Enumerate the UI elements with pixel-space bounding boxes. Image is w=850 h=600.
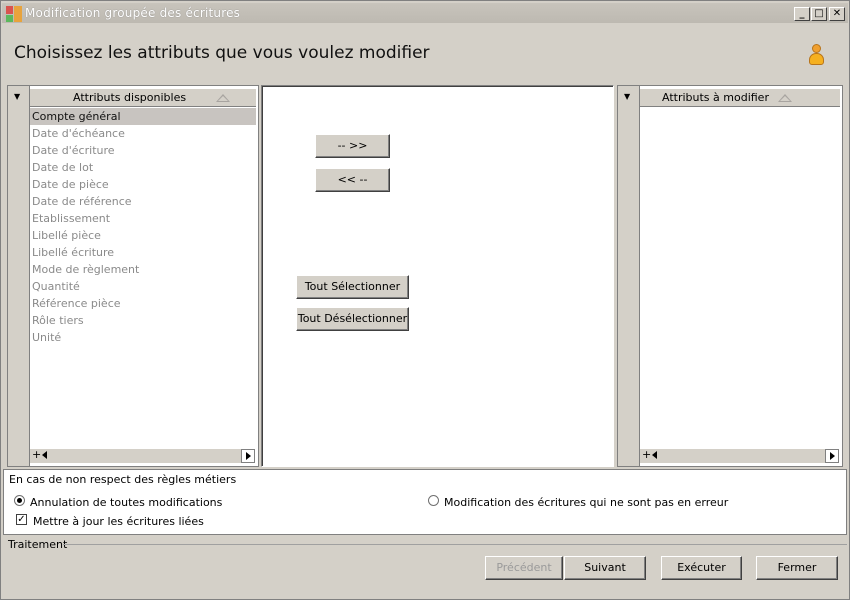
previous-button[interactable]: Précédent bbox=[485, 556, 563, 580]
list-item[interactable]: Rôle tiers bbox=[30, 312, 256, 329]
list-item[interactable]: Quantité bbox=[30, 278, 256, 295]
radio-dot bbox=[17, 498, 22, 503]
arrow-right-icon bbox=[246, 452, 251, 460]
scroll-right-button[interactable] bbox=[241, 449, 255, 463]
horizontal-scrollbar[interactable]: + bbox=[640, 448, 839, 463]
list-item[interactable]: Etablissement bbox=[30, 210, 256, 227]
list-item[interactable]: Date de pièce bbox=[30, 176, 256, 193]
execute-button[interactable]: Exécuter bbox=[661, 556, 742, 580]
available-items: Compte général Date d'échéance Date d'écri… bbox=[30, 108, 256, 346]
list-item[interactable]: Date d'échéance bbox=[30, 125, 256, 142]
radio-cancel-all-label[interactable]: Annulation de toutes modifications bbox=[30, 496, 222, 509]
window-title: Modification groupée des écritures bbox=[25, 6, 241, 20]
add-attribute-button[interactable]: -- >> bbox=[315, 134, 390, 158]
close-button[interactable]: Fermer bbox=[756, 556, 838, 580]
maximize-button[interactable]: □ bbox=[811, 7, 827, 21]
list-item[interactable]: Compte général bbox=[30, 108, 256, 125]
available-attributes-list: ▼ Attributs disponibles Compte général Da… bbox=[7, 85, 259, 467]
column-header-available[interactable]: Attributs disponibles bbox=[30, 89, 256, 107]
checkbox-update-linked-label[interactable]: Mettre à jour les écritures liées bbox=[33, 515, 204, 528]
horizontal-scrollbar[interactable]: + bbox=[30, 448, 255, 463]
arrow-left-icon[interactable] bbox=[42, 451, 47, 459]
remove-attribute-button[interactable]: << -- bbox=[315, 168, 390, 192]
title-bar[interactable]: Modification groupée des écritures _ □ ✕ bbox=[2, 3, 848, 23]
deselect-all-button[interactable]: Tout Désélectionner bbox=[296, 307, 409, 331]
list-gutter: ▼ bbox=[8, 86, 30, 466]
list-item[interactable]: Référence pièce bbox=[30, 295, 256, 312]
select-all-button[interactable]: Tout Sélectionner bbox=[296, 275, 409, 299]
modify-attributes-list: ▼ Attributs à modifier + bbox=[617, 85, 843, 467]
sort-up-icon[interactable] bbox=[778, 94, 792, 102]
arrow-left-icon[interactable] bbox=[652, 451, 657, 459]
scroll-right-button[interactable] bbox=[825, 449, 839, 463]
list-item[interactable]: Date d'écriture bbox=[30, 142, 256, 159]
radio-modify-valid[interactable] bbox=[428, 495, 439, 506]
column-header-modify[interactable]: Attributs à modifier bbox=[640, 89, 840, 107]
checkbox-update-linked[interactable]: ✓ bbox=[16, 514, 27, 525]
user-icon bbox=[807, 44, 825, 66]
column-header-label: Attributs à modifier bbox=[662, 91, 769, 104]
column-header-label: Attributs disponibles bbox=[73, 91, 187, 104]
list-item[interactable]: Libellé écriture bbox=[30, 244, 256, 261]
radio-cancel-all[interactable] bbox=[14, 495, 25, 506]
list-item[interactable]: Date de lot bbox=[30, 159, 256, 176]
section-label: Traitement bbox=[8, 538, 68, 551]
triangle-down-icon[interactable]: ▼ bbox=[624, 92, 630, 101]
list-gutter: ▼ bbox=[618, 86, 640, 466]
minimize-button[interactable]: _ bbox=[794, 7, 810, 21]
middle-panel: -- >> << -- Tout Sélectionner Tout Désél… bbox=[261, 85, 614, 467]
business-rules-options: En cas de non respect des règles métiers… bbox=[3, 469, 847, 535]
list-item[interactable]: Libellé pièce bbox=[30, 227, 256, 244]
add-icon[interactable]: + bbox=[642, 448, 651, 461]
list-item[interactable]: Mode de règlement bbox=[30, 261, 256, 278]
list-item[interactable]: Date de référence bbox=[30, 193, 256, 210]
main-window: Modification groupée des écritures _ □ ✕… bbox=[0, 0, 850, 600]
page-title: Choisissez les attributs que vous voulez… bbox=[14, 43, 430, 63]
options-caption: En cas de non respect des règles métiers bbox=[9, 473, 237, 486]
next-button[interactable]: Suivant bbox=[564, 556, 646, 580]
app-logo-icon bbox=[6, 6, 22, 22]
close-window-button[interactable]: ✕ bbox=[829, 7, 845, 21]
add-icon[interactable]: + bbox=[32, 448, 41, 461]
arrow-right-icon bbox=[830, 452, 835, 460]
triangle-down-icon[interactable]: ▼ bbox=[14, 92, 20, 101]
sort-up-icon[interactable] bbox=[216, 94, 230, 102]
radio-modify-valid-label[interactable]: Modification des écritures qui ne sont p… bbox=[444, 496, 728, 509]
section-divider bbox=[63, 544, 847, 545]
list-item[interactable]: Unité bbox=[30, 329, 256, 346]
